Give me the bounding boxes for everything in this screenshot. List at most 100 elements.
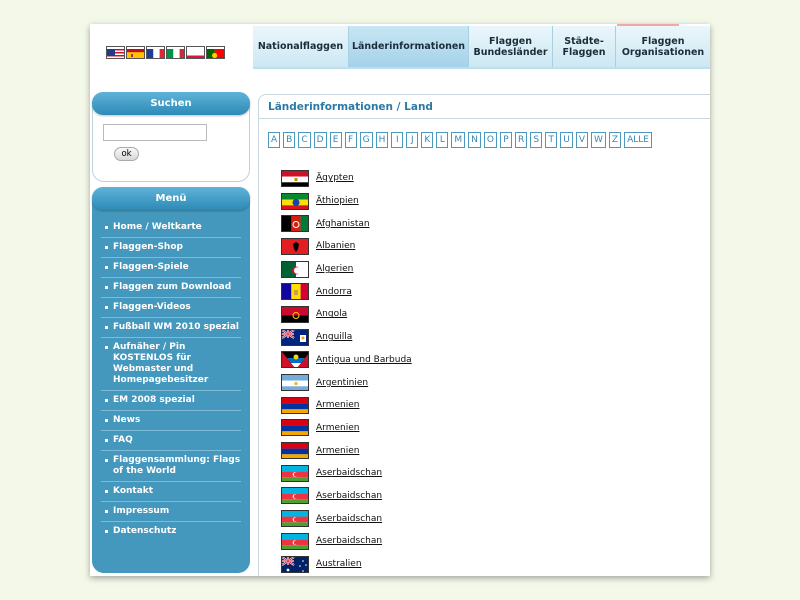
menu-item-impressum[interactable]: Impressum — [101, 502, 241, 522]
page-container: Nationalflaggen Länderinformationen Flag… — [90, 24, 710, 576]
menu-panel-title: Menü — [92, 187, 250, 210]
menu-item-faq[interactable]: FAQ — [101, 431, 241, 451]
country-link[interactable]: Andorra — [316, 287, 352, 297]
letter-link-v[interactable]: V — [575, 132, 588, 148]
country-link[interactable]: Aserbaidschan — [316, 468, 382, 478]
letter-link-g[interactable]: G — [359, 132, 373, 148]
menu-item-kontakt[interactable]: Kontakt — [101, 482, 241, 502]
azerbaijan-flag-icon[interactable] — [281, 464, 309, 482]
letter-link-p[interactable]: P — [499, 132, 512, 148]
menu-item-aufnaeher[interactable]: Aufnäher / Pin KOSTENLOS für Webmaster u… — [101, 338, 241, 391]
country-link[interactable]: Algerien — [316, 264, 353, 274]
portugal-flag-icon[interactable] — [206, 46, 225, 59]
letter-link-h[interactable]: H — [375, 132, 389, 148]
ethiopia-flag-icon[interactable] — [281, 192, 309, 210]
menu-item-flaggensammlung[interactable]: Flaggensammlung: Flags of the World — [101, 451, 241, 482]
armenia-flag-icon[interactable] — [281, 442, 309, 460]
search-input[interactable] — [103, 124, 207, 141]
country-link[interactable]: Aserbaidschan — [316, 536, 382, 546]
letter-link-d[interactable]: D — [313, 132, 327, 148]
menu-item-wm-2010[interactable]: Fußball WM 2010 spezial — [101, 318, 241, 338]
country-link[interactable]: Aserbaidschan — [316, 491, 382, 501]
armenia-flag-icon[interactable] — [281, 419, 309, 437]
letter-link-z[interactable]: Z — [608, 132, 622, 148]
france-flag-icon[interactable] — [146, 46, 165, 59]
list-item: Andorra — [281, 280, 412, 303]
menu-item-download[interactable]: Flaggen zum Download — [101, 278, 241, 298]
country-link[interactable]: Äthiopien — [316, 196, 359, 206]
tab-flaggen-organisationen[interactable]: Flaggen Organisationen — [616, 26, 710, 67]
letter-link-w[interactable]: W — [590, 132, 606, 148]
afghanistan-flag-icon[interactable] — [281, 215, 309, 233]
list-item: Anguilla — [281, 326, 412, 349]
argentina-flag-icon[interactable] — [281, 374, 309, 392]
list-item: Aserbaidschan — [281, 530, 412, 553]
letter-link-t[interactable]: T — [545, 132, 558, 148]
country-link[interactable]: Ägypten — [316, 173, 354, 183]
letter-link-alle[interactable]: ALLE — [624, 132, 652, 148]
letter-link-n[interactable]: N — [468, 132, 481, 148]
tab-staedte-flaggen[interactable]: Städte- Flaggen — [553, 26, 616, 67]
tab-nationalflaggen[interactable]: Nationalflaggen — [253, 26, 349, 67]
tab-flaggen-bundeslaender[interactable]: Flaggen Bundesländer — [469, 26, 553, 67]
letter-link-u[interactable]: U — [560, 132, 573, 148]
nav-underline — [253, 67, 710, 69]
menu-item-datenschutz[interactable]: Datenschutz — [101, 522, 241, 541]
list-item: Algerien — [281, 258, 412, 281]
azerbaijan-flag-icon[interactable] — [281, 532, 309, 550]
letter-link-b[interactable]: B — [283, 132, 296, 148]
list-item: Aserbaidschan — [281, 485, 412, 508]
armenia-flag-icon[interactable] — [281, 396, 309, 414]
letter-link-f[interactable]: F — [344, 132, 357, 148]
italy-flag-icon[interactable] — [166, 46, 185, 59]
australia-flag-icon[interactable] — [281, 555, 309, 573]
letter-link-o[interactable]: O — [483, 132, 497, 148]
spain-flag-icon[interactable] — [126, 46, 145, 59]
antigua-flag-icon[interactable] — [281, 351, 309, 369]
menu-item-shop[interactable]: Flaggen-Shop — [101, 238, 241, 258]
menu-item-spiele[interactable]: Flaggen-Spiele — [101, 258, 241, 278]
anguilla-flag-icon[interactable] — [281, 328, 309, 346]
country-link[interactable]: Aserbaidschan — [316, 514, 382, 524]
letter-link-m[interactable]: M — [451, 132, 466, 148]
menu-item-em-2008[interactable]: EM 2008 spezial — [101, 391, 241, 411]
country-link[interactable]: Afghanistan — [316, 219, 370, 229]
menu-item-videos[interactable]: Flaggen-Videos — [101, 298, 241, 318]
country-link[interactable]: Armenien — [316, 446, 359, 456]
list-item: Antigua und Barbuda — [281, 349, 412, 372]
albania-flag-icon[interactable] — [281, 237, 309, 255]
andorra-flag-icon[interactable] — [281, 283, 309, 301]
search-ok-button[interactable]: ok — [114, 147, 139, 161]
letter-link-j[interactable]: J — [406, 132, 419, 148]
country-link[interactable]: Antigua und Barbuda — [316, 355, 412, 365]
poland-flag-icon[interactable] — [186, 46, 205, 59]
country-link[interactable]: Albanien — [316, 241, 355, 251]
page-title: Länderinformationen / Land — [258, 94, 710, 119]
country-link[interactable]: Armenien — [316, 423, 359, 433]
country-link[interactable]: Armenien — [316, 400, 359, 410]
list-item: Ägypten — [281, 167, 412, 190]
letter-link-l[interactable]: L — [436, 132, 449, 148]
egypt-flag-icon[interactable] — [281, 169, 309, 187]
letter-link-a[interactable]: A — [268, 132, 281, 148]
menu-item-home[interactable]: Home / Weltkarte — [101, 218, 241, 238]
letter-link-c[interactable]: C — [298, 132, 311, 148]
menu-item-news[interactable]: News — [101, 411, 241, 431]
angola-flag-icon[interactable] — [281, 305, 309, 323]
country-link[interactable]: Angola — [316, 309, 347, 319]
country-link[interactable]: Australien — [316, 559, 362, 569]
algeria-flag-icon[interactable] — [281, 260, 309, 278]
letter-link-r[interactable]: R — [514, 132, 528, 148]
letter-link-k[interactable]: K — [421, 132, 434, 148]
azerbaijan-flag-icon[interactable] — [281, 510, 309, 528]
us-flag-icon[interactable] — [106, 46, 125, 59]
letter-link-i[interactable]: I — [391, 132, 404, 148]
country-link[interactable]: Argentinien — [316, 378, 368, 388]
letter-link-e[interactable]: E — [329, 132, 342, 148]
azerbaijan-flag-icon[interactable] — [281, 487, 309, 505]
list-item: Australien — [281, 553, 412, 576]
country-link[interactable]: Anguilla — [316, 332, 352, 342]
search-panel: Suchen ok — [92, 92, 250, 182]
tab-laenderinformationen[interactable]: Länderinformationen — [349, 26, 469, 67]
letter-link-s[interactable]: S — [530, 132, 543, 148]
